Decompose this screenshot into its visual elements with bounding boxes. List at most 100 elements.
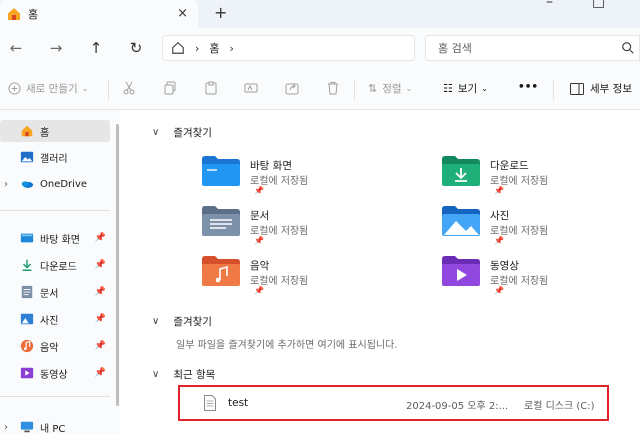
share-icon (285, 83, 299, 95)
sidebar-item-documents[interactable]: 문서 📌 (0, 281, 110, 303)
sidebar-item-home[interactable]: 홈 (0, 120, 110, 142)
pin-icon: 📌 (494, 236, 504, 245)
recent-file-name: test (228, 397, 249, 409)
new-button[interactable]: 새로 만들기 ⌄ (8, 81, 88, 96)
file-icon (204, 395, 216, 411)
view-label: 보기 (457, 83, 478, 95)
sidebar-item-label: 갤러리 (40, 153, 68, 165)
refresh-button[interactable]: ↻ (126, 38, 146, 58)
delete-button[interactable] (326, 81, 340, 95)
plus-circle-icon (8, 82, 21, 95)
sidebar-item-label: 내 PC (40, 423, 66, 434)
divider (354, 80, 355, 100)
search-input[interactable]: 홈 검색 (425, 35, 640, 61)
search-icon (622, 42, 634, 54)
rename-icon (244, 83, 258, 93)
details-button[interactable]: 세부 정보 (570, 81, 632, 96)
details-pane-icon (570, 82, 584, 95)
quick-access-music[interactable]: 음악 로컬에 저장됨 📌 (202, 256, 382, 302)
close-icon[interactable]: × (177, 6, 188, 21)
sort-button[interactable]: ⇅ 정렬 ⌄ (368, 81, 412, 96)
chevron-down-icon: ∨ (152, 316, 160, 327)
address-bar[interactable]: › 홈 › (162, 35, 415, 61)
quick-access-videos[interactable]: 동영상 로컬에 저장됨 📌 (442, 256, 622, 302)
quick-access-desktop[interactable]: 바탕 화면 로컬에 저장됨 📌 (202, 156, 382, 202)
videos-icon (20, 367, 34, 379)
chevron-right-icon[interactable]: › (4, 422, 8, 433)
section-header-recent[interactable]: ∨ 최근 항목 (152, 367, 215, 382)
sort-label: 정렬 (382, 83, 402, 95)
chevron-down-icon: ⌄ (405, 84, 413, 93)
copy-icon (164, 81, 176, 95)
maximize-button[interactable]: □ (592, 0, 605, 10)
breadcrumb-separator-2[interactable]: › (230, 42, 234, 55)
sidebar-item-this-pc[interactable]: › 내 PC (0, 416, 110, 434)
cut-button[interactable] (122, 81, 136, 95)
pin-icon: 📌 (94, 233, 106, 243)
chevron-down-icon: ⌄ (481, 84, 488, 93)
forward-button[interactable]: → (46, 38, 66, 58)
back-button[interactable]: ← (6, 38, 26, 58)
pin-icon: 📌 (94, 368, 106, 378)
home-icon (8, 8, 20, 20)
new-label: 새로 만들기 (26, 83, 78, 95)
quick-access-status: 로컬에 저장됨 (490, 226, 549, 237)
trash-icon (328, 82, 338, 95)
sidebar-item-pictures[interactable]: 사진 📌 (0, 308, 110, 330)
sidebar-scrollbar[interactable] (116, 124, 119, 406)
sidebar-item-label: 홈 (40, 127, 50, 139)
minimize-button[interactable]: – (546, 0, 553, 10)
section-header-favorites[interactable]: ∨ 즐겨찾기 (152, 314, 212, 329)
documents-icon (21, 285, 33, 299)
sidebar-item-music[interactable]: 음악 📌 (0, 335, 110, 357)
quick-access-downloads[interactable]: 다운로드 로컬에 저장됨 📌 (442, 156, 622, 202)
section-title: 최근 항목 (173, 369, 216, 381)
pin-icon: 📌 (494, 186, 504, 195)
new-tab-button[interactable]: + (214, 3, 227, 22)
up-button[interactable]: ↑ (86, 38, 106, 58)
copy-button[interactable] (163, 81, 177, 95)
rename-button[interactable] (244, 81, 258, 95)
view-icon: ☷ (443, 82, 453, 95)
sidebar-item-downloads[interactable]: 다운로드 📌 (0, 254, 110, 276)
view-button[interactable]: ☷ 보기 ⌄ (443, 81, 488, 96)
sidebar-item-label: 문서 (40, 288, 59, 300)
onedrive-icon (21, 181, 34, 188)
breadcrumb-home[interactable]: 홈 (209, 40, 219, 56)
paste-button[interactable] (204, 81, 218, 95)
sidebar-item-videos[interactable]: 동영상 📌 (0, 362, 110, 384)
share-button[interactable] (285, 81, 299, 95)
sidebar-item-onedrive[interactable]: › OneDrive (0, 173, 110, 195)
sidebar-item-gallery[interactable]: 갤러리 (0, 146, 110, 168)
section-title: 즐겨찾기 (173, 127, 212, 139)
chevron-right-icon[interactable]: › (4, 179, 8, 190)
quick-access-documents[interactable]: 문서 로컬에 저장됨 📌 (202, 206, 382, 252)
tab-home[interactable]: 홈 × (0, 0, 198, 28)
quick-access-status: 로컬에 저장됨 (250, 226, 309, 237)
command-bar: 새로 만들기 ⌄ ⇅ 정렬 ⌄ ☷ 보기 ⌄ ••• 세부 정보 (0, 70, 640, 110)
recent-file-date: 2024-09-05 오후 2:... (406, 401, 509, 412)
sidebar-item-label: OneDrive (40, 178, 88, 190)
section-header-quick-access[interactable]: ∨ 즐겨찾기 (152, 125, 212, 140)
divider (0, 396, 110, 397)
pin-icon: 📌 (94, 287, 106, 297)
quick-access-pictures[interactable]: 사진 로컬에 저장됨 📌 (442, 206, 622, 252)
music-icon (20, 339, 34, 353)
recent-file-row[interactable]: test 2024-09-05 오후 2:... 로컬 디스크 (C:) (178, 385, 609, 421)
more-button[interactable]: ••• (518, 81, 538, 93)
pin-icon: 📌 (94, 260, 106, 270)
quick-access-name: 다운로드 (490, 160, 529, 172)
pictures-folder-icon (442, 206, 480, 236)
pin-icon: 📌 (254, 286, 264, 295)
quick-access-name: 음악 (250, 260, 270, 272)
search-placeholder: 홈 검색 (438, 42, 472, 55)
pin-icon: 📌 (254, 236, 264, 245)
sidebar-item-label: 음악 (40, 342, 59, 354)
desktop-folder-icon (202, 156, 240, 186)
favorites-empty-hint: 일부 파일을 즐겨찾기에 추가하면 여기에 표시됩니다. (176, 340, 398, 351)
quick-access-status: 로컬에 저장됨 (490, 276, 549, 287)
pictures-icon (20, 313, 34, 325)
downloads-folder-icon (442, 156, 480, 186)
sidebar-item-desktop[interactable]: 바탕 화면 📌 (0, 227, 110, 249)
home-icon (21, 125, 33, 137)
